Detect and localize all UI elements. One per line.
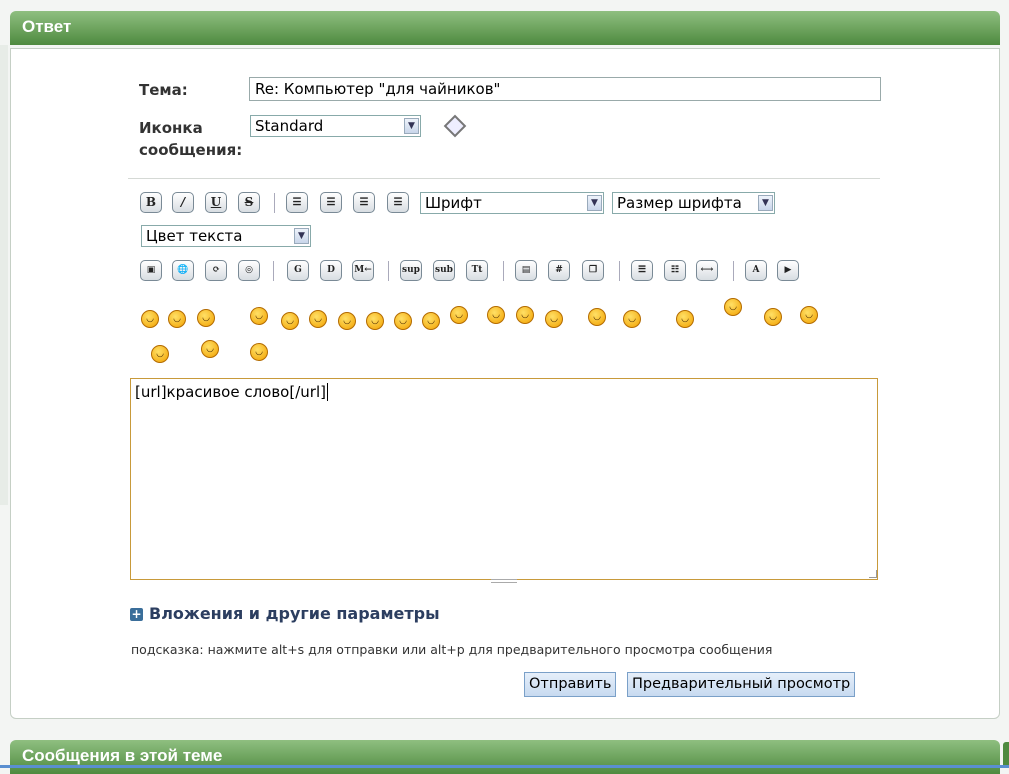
typewriter-button[interactable]: Tt xyxy=(466,260,488,281)
font-select[interactable]: Шрифт ▼ xyxy=(420,192,604,214)
size-select[interactable]: Размер шрифта ▼ xyxy=(612,192,775,214)
bullet-list-button[interactable]: ☰ xyxy=(631,260,653,281)
message-editor-text: [url]красивое слово[/url] xyxy=(135,383,326,401)
align-right-button[interactable]: ☰ xyxy=(387,192,409,213)
color-select-value: Цвет текста xyxy=(146,227,243,245)
smiley-icon[interactable]: ◡ xyxy=(450,306,468,324)
size-select-value: Размер шрифта xyxy=(617,194,742,212)
smiley-icon[interactable]: ◡ xyxy=(588,308,606,326)
color-select[interactable]: Цвет текста ▼ xyxy=(141,225,311,247)
subject-input[interactable]: Re: Компьютер "для чайников" xyxy=(249,77,881,101)
smiley-icon[interactable]: ◡ xyxy=(764,308,782,326)
attachments-label: Вложения и другие параметры xyxy=(149,604,440,623)
spoiler-button[interactable]: A xyxy=(745,260,767,281)
insert-link-button[interactable]: 🌐 xyxy=(172,260,194,281)
divider xyxy=(128,178,880,179)
subject-label: Тема: xyxy=(139,81,188,99)
smiley-icon[interactable]: ◡ xyxy=(394,312,412,330)
smiley-icon[interactable]: ◡ xyxy=(201,340,219,358)
font-select-value: Шрифт xyxy=(425,194,482,212)
submit-button[interactable]: Отправить xyxy=(524,672,617,697)
thread-panel-title: Сообщения в этой теме xyxy=(22,746,223,765)
toolbar-separator xyxy=(273,261,274,281)
shortcut-hint: подсказка: нажмите alt+s для отправки ил… xyxy=(131,642,773,657)
smiley-icon[interactable]: ◡ xyxy=(724,298,742,316)
toolbar-separator xyxy=(733,261,734,281)
resize-corner-icon[interactable] xyxy=(869,570,877,578)
toolbar-separator xyxy=(274,193,275,213)
text-cursor xyxy=(326,383,328,401)
smiley-icon[interactable]: ◡ xyxy=(545,310,563,328)
italic-button[interactable]: / xyxy=(172,192,194,213)
smiley-icon[interactable]: ◡ xyxy=(141,310,159,328)
align-justify-button[interactable]: ☰ xyxy=(286,192,308,213)
subscript-button[interactable]: sub xyxy=(433,260,455,281)
smiley-icon[interactable]: ◡ xyxy=(623,310,641,328)
icon-label-line1: Иконка xyxy=(139,119,203,137)
numbered-list-button[interactable]: ☷ xyxy=(664,260,686,281)
smiley-icon[interactable]: ◡ xyxy=(250,307,268,325)
toolbar-separator xyxy=(503,261,504,281)
superscript-button[interactable]: sup xyxy=(400,260,422,281)
code-button[interactable]: # xyxy=(548,260,570,281)
strike-button[interactable]: S xyxy=(238,192,260,213)
thread-panel-header: Сообщения в этой теме xyxy=(10,740,1000,774)
smiley-icon[interactable]: ◡ xyxy=(168,310,186,328)
smiley-icon[interactable]: ◡ xyxy=(338,312,356,330)
d-button[interactable]: D xyxy=(320,260,342,281)
chevron-down-icon: ▼ xyxy=(404,118,419,134)
chevron-down-icon: ▼ xyxy=(758,195,773,211)
bold-button[interactable]: B xyxy=(140,192,162,213)
icon-select-value: Standard xyxy=(255,117,324,135)
email-button[interactable]: ⟳ xyxy=(205,260,227,281)
toolbar-separator xyxy=(388,261,389,281)
chevron-down-icon: ▼ xyxy=(294,228,309,244)
icon-label-line2: сообщения: xyxy=(139,141,243,159)
insert-image-button[interactable]: ▣ xyxy=(140,260,162,281)
plus-icon: + xyxy=(130,607,143,621)
chevron-down-icon: ▼ xyxy=(587,195,602,211)
flash-button[interactable]: ▶ xyxy=(777,260,799,281)
attachments-toggle[interactable]: + Вложения и другие параметры xyxy=(130,604,440,623)
smiley-icon[interactable]: ◡ xyxy=(197,309,215,327)
horizontal-rule-button[interactable]: ⟷ xyxy=(696,260,718,281)
align-left-button[interactable]: ☰ xyxy=(320,192,342,213)
smiley-icon[interactable]: ◡ xyxy=(516,306,534,324)
smiley-icon[interactable]: ◡ xyxy=(422,312,440,330)
preview-button[interactable]: Предварительный просмотр xyxy=(627,672,856,697)
smiley-icon[interactable]: ◡ xyxy=(366,312,384,330)
table-button[interactable]: ▤ xyxy=(515,260,537,281)
reply-panel-title: Ответ xyxy=(22,17,72,36)
reply-panel-header: Ответ xyxy=(10,11,1000,45)
google-button[interactable]: G xyxy=(287,260,309,281)
more-button[interactable]: M← xyxy=(352,260,374,281)
left-gutter xyxy=(0,45,8,505)
smiley-icon[interactable]: ◡ xyxy=(487,306,505,324)
align-center-button[interactable]: ☰ xyxy=(353,192,375,213)
underline-button[interactable]: U xyxy=(205,192,227,213)
smiley-icon[interactable]: ◡ xyxy=(281,312,299,330)
editor-resize-grip[interactable] xyxy=(491,579,517,583)
smiley-icon[interactable]: ◡ xyxy=(309,310,327,328)
message-editor[interactable]: [url]красивое слово[/url] xyxy=(130,378,878,580)
quote-button[interactable]: ❐ xyxy=(582,260,604,281)
smiley-icon[interactable]: ◡ xyxy=(800,306,818,324)
quote-web-button[interactable]: ◎ xyxy=(238,260,260,281)
toolbar-separator xyxy=(619,261,620,281)
icon-select[interactable]: Standard ▼ xyxy=(250,115,421,137)
smiley-icon[interactable]: ◡ xyxy=(676,310,694,328)
smiley-icon[interactable]: ◡ xyxy=(151,345,169,363)
smiley-icon[interactable]: ◡ xyxy=(250,343,268,361)
